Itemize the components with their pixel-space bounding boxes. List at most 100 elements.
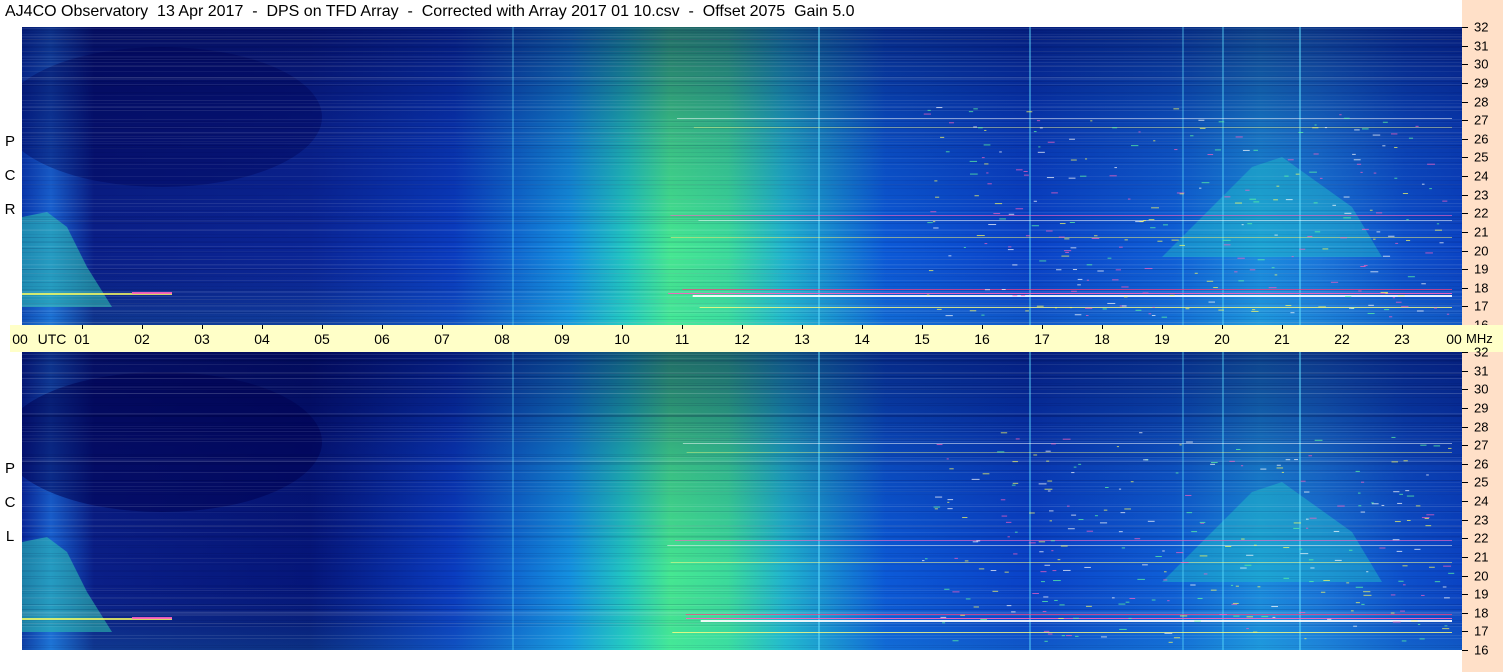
frequency-tick: 26: [1474, 131, 1489, 147]
time-tick: 16: [974, 331, 990, 347]
time-tick: 01: [74, 331, 90, 347]
frequency-tick-mark: [1462, 463, 1468, 465]
time-tick: 03: [194, 331, 210, 347]
rcp-spectrogram: [22, 27, 1462, 325]
time-tick: 09: [554, 331, 570, 347]
frequency-tick: 29: [1474, 75, 1489, 91]
frequency-tick-mark: [1462, 631, 1468, 633]
time-tick-mark: [622, 325, 623, 329]
time-tick-mark: [1042, 325, 1043, 329]
time-tick-mark: [202, 325, 203, 329]
time-tick: 20: [1214, 331, 1230, 347]
lcp-spectrogram-plot: [22, 352, 1462, 650]
time-tick: 18: [1094, 331, 1110, 347]
time-tick-mark: [262, 325, 263, 329]
frequency-tick: 28: [1474, 94, 1489, 109]
frequency-tick-mark: [1462, 482, 1468, 484]
frequency-tick: 25: [1474, 474, 1489, 490]
time-tick-mark: [82, 325, 83, 329]
time-tick: 04: [254, 331, 270, 347]
frequency-tick: 17: [1474, 623, 1489, 639]
frequency-tick-mark: [1462, 120, 1468, 122]
frequency-tick: 29: [1474, 400, 1489, 416]
frequency-tick-mark: [1462, 82, 1468, 84]
frequency-tick: 27: [1474, 437, 1489, 453]
lcp-label-letter: C: [4, 494, 16, 511]
frequency-tick: 18: [1474, 605, 1489, 621]
frequency-tick-mark: [1462, 426, 1468, 428]
frequency-tick-mark: [1462, 213, 1468, 215]
rcp-label-letter: P: [4, 133, 15, 150]
lcp-frequency-axis: 16 17 18 19 20 21 22 23 24 25 26 27 28 29 30 31 32: [1462, 345, 1503, 672]
frequency-tick-mark: [1462, 501, 1468, 502]
frequency-tick-mark: [1462, 538, 1468, 540]
frequency-tick-mark: [1462, 64, 1468, 66]
frequency-tick-mark: [1462, 306, 1468, 308]
time-tick-mark: [922, 325, 923, 329]
time-tick: 13: [794, 331, 810, 347]
frequency-tick: 16: [1474, 642, 1489, 658]
frequency-tick-mark: [1462, 445, 1468, 447]
time-tick: 14: [854, 331, 870, 347]
time-tick: 17: [1034, 331, 1050, 347]
frequency-tick-mark: [1462, 287, 1468, 289]
frequency-tick-mark: [1462, 157, 1468, 159]
time-utc-label: UTC: [37, 331, 67, 347]
frequency-tick: 24: [1474, 168, 1489, 184]
frequency-tick-mark: [1462, 269, 1468, 271]
time-tick: 23: [1394, 331, 1410, 347]
frequency-tick-mark: [1462, 176, 1468, 177]
time-tick: 05: [314, 331, 330, 347]
rcp-frequency-axis: 1617181920212223242526272829303132: [1462, 0, 1503, 333]
time-tick-mark: [802, 325, 803, 329]
frequency-tick-mark: [1462, 194, 1468, 196]
lcp-label-letter: P: [4, 460, 15, 477]
time-tick-mark: [862, 325, 863, 329]
frequency-tick-mark: [1462, 231, 1468, 233]
frequency-tick: 27: [1474, 112, 1489, 128]
frequency-tick: 31: [1474, 363, 1489, 379]
chart-title: AJ4CO Observatory 13 Apr 2017 - DPS on T…: [5, 3, 855, 20]
frequency-tick-mark: [1462, 407, 1468, 409]
frequency-tick: 28: [1474, 419, 1489, 434]
time-tick: 15: [914, 331, 930, 347]
frequency-tick-mark: [1462, 519, 1468, 521]
lcp-label-letter: L: [5, 528, 15, 545]
time-tick-mark: [382, 325, 383, 329]
time-tick-last: 00: [1446, 331, 1462, 347]
time-tick: 08: [494, 331, 510, 347]
frequency-tick-mark: [1462, 45, 1468, 47]
frequency-tick: 23: [1474, 187, 1489, 203]
time-tick: 02: [134, 331, 150, 347]
frequency-tick: 22: [1474, 530, 1489, 546]
time-tick-mark: [442, 325, 443, 329]
frequency-tick-mark: [1462, 612, 1468, 614]
frequency-tick-mark: [1462, 101, 1468, 103]
time-tick-mark: [1282, 325, 1283, 329]
frequency-tick: 32: [1474, 19, 1489, 35]
time-axis: 00 UTC 01 02 03 04 05 06 07 08 09 10 11 12 13 14 15 16 1…: [10, 325, 1462, 352]
frequency-tick-mark: [1462, 138, 1468, 140]
frequency-tick-mark: [1462, 27, 1468, 28]
frequency-tick: 21: [1474, 224, 1489, 240]
frequency-tick-mark: [1462, 575, 1468, 577]
frequency-tick: 19: [1474, 586, 1489, 602]
time-tick: 10: [614, 331, 630, 347]
frequency-tick: 24: [1474, 493, 1489, 509]
time-tick-first: 00: [12, 331, 28, 347]
frequency-tick: 25: [1474, 149, 1489, 165]
frequency-tick-mark: [1462, 352, 1468, 353]
time-tick: 22: [1334, 331, 1350, 347]
frequency-tick: 30: [1474, 381, 1489, 397]
time-tick: 21: [1274, 331, 1290, 347]
frequency-tick: 32: [1474, 344, 1489, 360]
frequency-tick-mark: [1462, 250, 1468, 252]
time-tick-mark: [1102, 325, 1103, 329]
time-tick-mark: [1402, 325, 1403, 329]
frequency-tick-mark: [1462, 370, 1468, 372]
time-tick-mark: [502, 325, 503, 329]
time-tick-mark: [1162, 325, 1163, 329]
frequency-tick-mark: [1462, 594, 1468, 596]
frequency-tick: 23: [1474, 512, 1489, 528]
time-tick-mark: [982, 325, 983, 329]
